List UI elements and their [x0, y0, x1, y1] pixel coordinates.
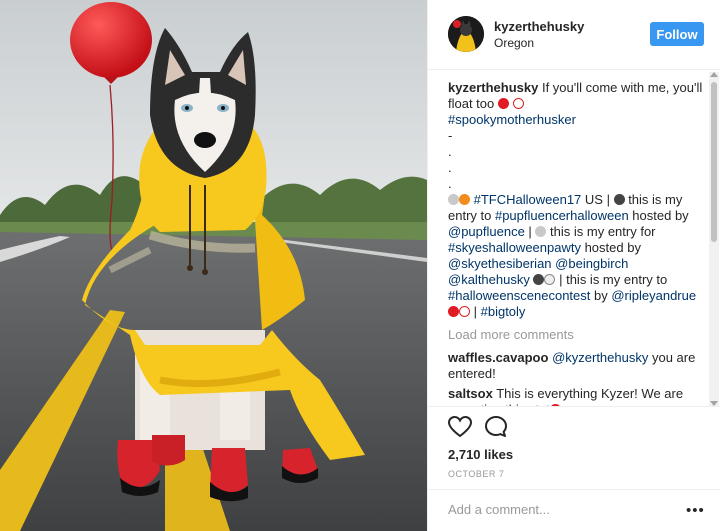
comment-username[interactable]: saltsox	[448, 386, 493, 401]
caption-text: |	[470, 304, 481, 319]
clown-icon	[459, 306, 470, 317]
scrollbar-thumb[interactable]	[711, 82, 717, 242]
caption-text: |	[524, 224, 536, 239]
caption-dot: .	[448, 144, 452, 159]
comment-item: saltsox This is everything Kyzer! We are…	[448, 386, 710, 406]
caption: kyzerthehusky If you'll come with me, yo…	[448, 80, 710, 320]
add-comment-input[interactable]: Add a comment...	[448, 502, 550, 517]
post-header: kyzerthehusky Oregon Follow	[428, 0, 720, 70]
mention[interactable]: @skyethesiberian	[448, 256, 552, 271]
hashtag[interactable]: #spookymotherhusker	[448, 112, 576, 127]
balloon-icon	[497, 98, 509, 109]
star-icon	[448, 194, 459, 205]
caption-text: this is my entry for	[546, 224, 656, 239]
caption-text: hosted by	[628, 208, 689, 223]
divider	[428, 406, 720, 407]
caption-dot: -	[448, 128, 453, 143]
hashtag[interactable]: #halloweenscenecontest	[448, 288, 590, 303]
hashtag[interactable]: #bigtoly	[481, 304, 526, 319]
location[interactable]: Oregon	[494, 36, 534, 50]
husky-raincoat-image	[0, 0, 427, 531]
avatar[interactable]	[448, 16, 484, 52]
mention[interactable]: @ripleyandrue	[611, 288, 696, 303]
heart-icon[interactable]	[448, 416, 472, 438]
likes-count[interactable]: 2,710 likes	[448, 447, 513, 462]
mention[interactable]: @beingbirch	[555, 256, 628, 271]
follow-button[interactable]: Follow	[650, 22, 704, 46]
scroll-up-arrow-icon[interactable]	[710, 72, 718, 77]
hashtag[interactable]: #pupfluencerhalloween	[495, 208, 629, 223]
mention[interactable]: @kyzerthehusky	[552, 350, 648, 365]
caption-text: by	[590, 288, 612, 303]
post-photo[interactable]	[0, 0, 427, 531]
ghost-icon	[544, 274, 556, 285]
username[interactable]: kyzerthehusky	[494, 19, 584, 34]
hashtag[interactable]: #TFCHalloween17	[474, 192, 582, 207]
clown-icon	[512, 98, 524, 109]
add-comment-bar: Add a comment... •••	[428, 489, 720, 531]
spider-icon	[613, 194, 625, 205]
caption-dot: .	[448, 160, 452, 175]
post-details-panel: kyzerthehusky Oregon Follow kyzerthehusk…	[427, 0, 720, 531]
comment-username[interactable]: waffles.cavapoo	[448, 350, 548, 365]
comments-scrollbar[interactable]	[709, 72, 719, 406]
mention[interactable]: @kalthehusky	[448, 272, 530, 287]
comment-item: waffles.cavapoo @kyzerthehusky you are e…	[448, 350, 710, 382]
caption-text: hosted by	[580, 240, 641, 255]
caption-text: | this is my entry to	[555, 272, 668, 287]
comment-icon[interactable]	[484, 415, 508, 439]
load-more-comments-button[interactable]: Load more comments	[448, 327, 710, 343]
caption-username[interactable]: kyzerthehusky	[448, 80, 538, 95]
hashtag[interactable]: #skyeshalloweenpawty	[448, 240, 581, 255]
avatar-image	[448, 16, 484, 52]
mention[interactable]: @pupfluence	[448, 224, 525, 239]
more-options-icon[interactable]: •••	[686, 502, 705, 519]
spider-icon	[533, 274, 545, 285]
caption-dot: .	[448, 176, 452, 191]
star-icon	[535, 226, 547, 237]
caption-text: US |	[581, 192, 614, 207]
post-date: OCTOBER 7	[448, 469, 505, 479]
comments-list: kyzerthehusky If you'll come with me, yo…	[448, 80, 710, 406]
balloon-icon	[448, 306, 459, 317]
pumpkin-icon	[459, 194, 470, 205]
